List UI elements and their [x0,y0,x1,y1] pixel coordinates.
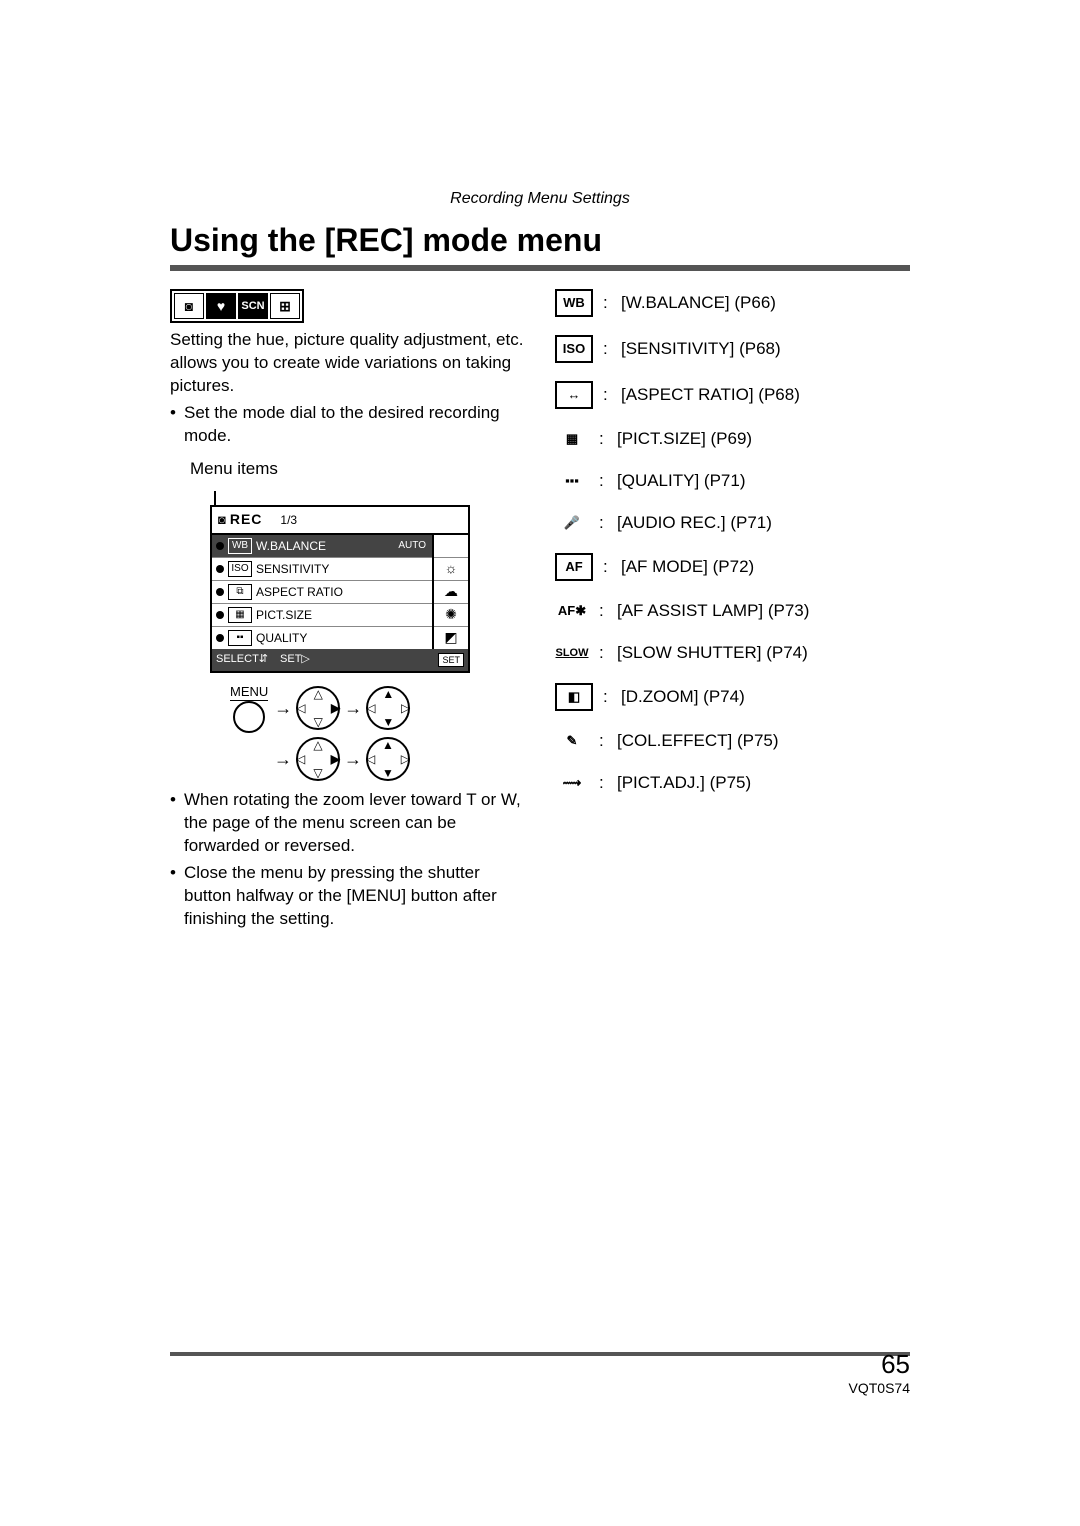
arrow-icon: → [344,747,362,771]
bullet-set-mode-text: Set the mode dial to the desired recordi… [184,402,525,448]
bullet-zoom-lever-text: When rotating the zoom lever toward T or… [184,789,525,858]
dpad-right-icon: △▽◁▶ [298,688,338,728]
ref-aspect: ↔ : [ASPECT RATIO] (P68) [555,381,910,409]
page-number: 65 [849,1349,910,1380]
pict-adj-icon: ⟿ [555,771,589,795]
menu-items-label: Menu items [190,458,525,481]
iso-icon: ISO [555,335,593,363]
camera-icon: ◙ [218,511,226,529]
lcd-side-icons: ☼ ☁ ✺ ◩ [432,535,468,649]
ref-dzoom: ◧ : [D.ZOOM] (P74) [555,683,910,711]
ref-slowshutter-label: [SLOW SHUTTER] (P74) [617,642,808,665]
mode-dial-icons: ◙ ♥ SCN ⊞ [170,289,304,323]
page-footer: 65 VQT0S74 [849,1349,910,1396]
ref-afmode-label: [AF MODE] (P72) [621,556,754,579]
ref-pictadj-label: [PICT.ADJ.] (P75) [617,772,751,795]
ref-pictsize: ▦ : [PICT.SIZE] (P69) [555,427,910,451]
audio-rec-icon: 🎤 [555,511,589,535]
pictsize-icon: ▦ [555,427,589,451]
section-header: Recording Menu Settings [170,190,910,208]
page-title: Using the [REC] mode menu [170,222,910,259]
mode-heart-icon: ♥ [206,293,236,319]
menu-illustration: ◙ REC 1/3 WB W.BALANCE AUTO ISO [210,491,470,780]
ref-dzoom-label: [D.ZOOM] (P74) [621,686,745,709]
lcd-row-quality: ▪▪ QUALITY [212,627,432,649]
menu-button-label: MENU [230,683,268,702]
ref-quality-label: [QUALITY] (P71) [617,470,745,493]
ref-pictadj: ⟿ : [PICT.ADJ.] (P75) [555,771,910,795]
lcd-page-indicator: 1/3 [280,512,297,528]
ref-sensitivity-label: [SENSITIVITY] (P68) [621,338,781,361]
mode-camera-icon: ◙ [174,293,204,319]
ref-coleffect: ✎ : [COL.EFFECT] (P75) [555,729,910,753]
ref-audiorec-label: [AUDIO REC.] (P71) [617,512,772,535]
ref-wbalance: WB : [W.BALANCE] (P66) [555,289,910,317]
lcd-rec-label: REC [230,510,263,529]
bullet-close-menu-text: Close the menu by pressing the shutter b… [184,862,525,931]
nav-diagram: MENU → △▽◁▶ → ▲▼◁▷ → [210,683,470,780]
intro-text: Setting the hue, picture quality adjustm… [170,329,525,398]
aspect-ratio-icon: ↔ [555,381,593,409]
dpad-updown-icon: ▲▼◁▷ [368,739,408,779]
arrow-icon: → [344,696,362,720]
mode-movie-icon: ⊞ [270,293,300,319]
lcd-row-sensitivity: ISO SENSITIVITY [212,558,432,581]
right-column: WB : [W.BALANCE] (P66) ISO : [SENSITIVIT… [555,289,910,935]
ref-pictsize-label: [PICT.SIZE] (P69) [617,428,752,451]
dpad-right-icon: △▽◁▶ [298,739,338,779]
doc-id: VQT0S74 [849,1380,910,1396]
col-effect-icon: ✎ [555,729,589,753]
ref-slowshutter: SLOW : [SLOW SHUTTER] (P74) [555,641,910,665]
wb-icon: WB [555,289,593,317]
lcd-screen: ◙ REC 1/3 WB W.BALANCE AUTO ISO [210,505,470,673]
ref-aspect-label: [ASPECT RATIO] (P68) [621,384,800,407]
dzoom-icon: ◧ [555,683,593,711]
ref-afmode: AF : [AF MODE] (P72) [555,553,910,581]
bullet-close-menu: • Close the menu by pressing the shutter… [170,862,525,931]
arrow-icon: → [274,696,292,720]
lcd-bottom-bar: SELECT⇵ SET▷ SET [212,649,468,671]
left-column: ◙ ♥ SCN ⊞ Setting the hue, picture quali… [170,289,525,935]
arrow-icon: → [274,747,292,771]
ref-wbalance-label: [W.BALANCE] (P66) [621,292,776,315]
ref-sensitivity: ISO : [SENSITIVITY] (P68) [555,335,910,363]
lcd-list: WB W.BALANCE AUTO ISO SENSITIVITY ⧉ ASPE… [212,535,432,649]
af-assist-icon: AF✱ [555,599,589,623]
ref-coleffect-label: [COL.EFFECT] (P75) [617,730,779,753]
quality-icon: ▪▪▪ [555,469,589,493]
lcd-row-aspect: ⧉ ASPECT RATIO [212,581,432,604]
ref-afassist: AF✱ : [AF ASSIST LAMP] (P73) [555,599,910,623]
mode-scn-icon: SCN [238,293,268,319]
ref-quality: ▪▪▪ : [QUALITY] (P71) [555,469,910,493]
bullet-zoom-lever: • When rotating the zoom lever toward T … [170,789,525,858]
title-rule [170,265,910,271]
ref-audiorec: 🎤 : [AUDIO REC.] (P71) [555,511,910,535]
lcd-row-wbalance: WB W.BALANCE AUTO [212,535,432,558]
ref-afassist-label: [AF ASSIST LAMP] (P73) [617,600,809,623]
slow-shutter-icon: SLOW [555,641,589,665]
lcd-row-pictsize: ▦ PICT.SIZE [212,604,432,627]
footer-rule [170,1352,910,1356]
menu-button-icon [233,701,265,733]
bullet-set-mode: • Set the mode dial to the desired recor… [170,402,525,448]
dpad-updown-icon: ▲▼◁▷ [368,688,408,728]
manual-page: Recording Menu Settings Using the [REC] … [0,0,1080,1526]
af-icon: AF [555,553,593,581]
